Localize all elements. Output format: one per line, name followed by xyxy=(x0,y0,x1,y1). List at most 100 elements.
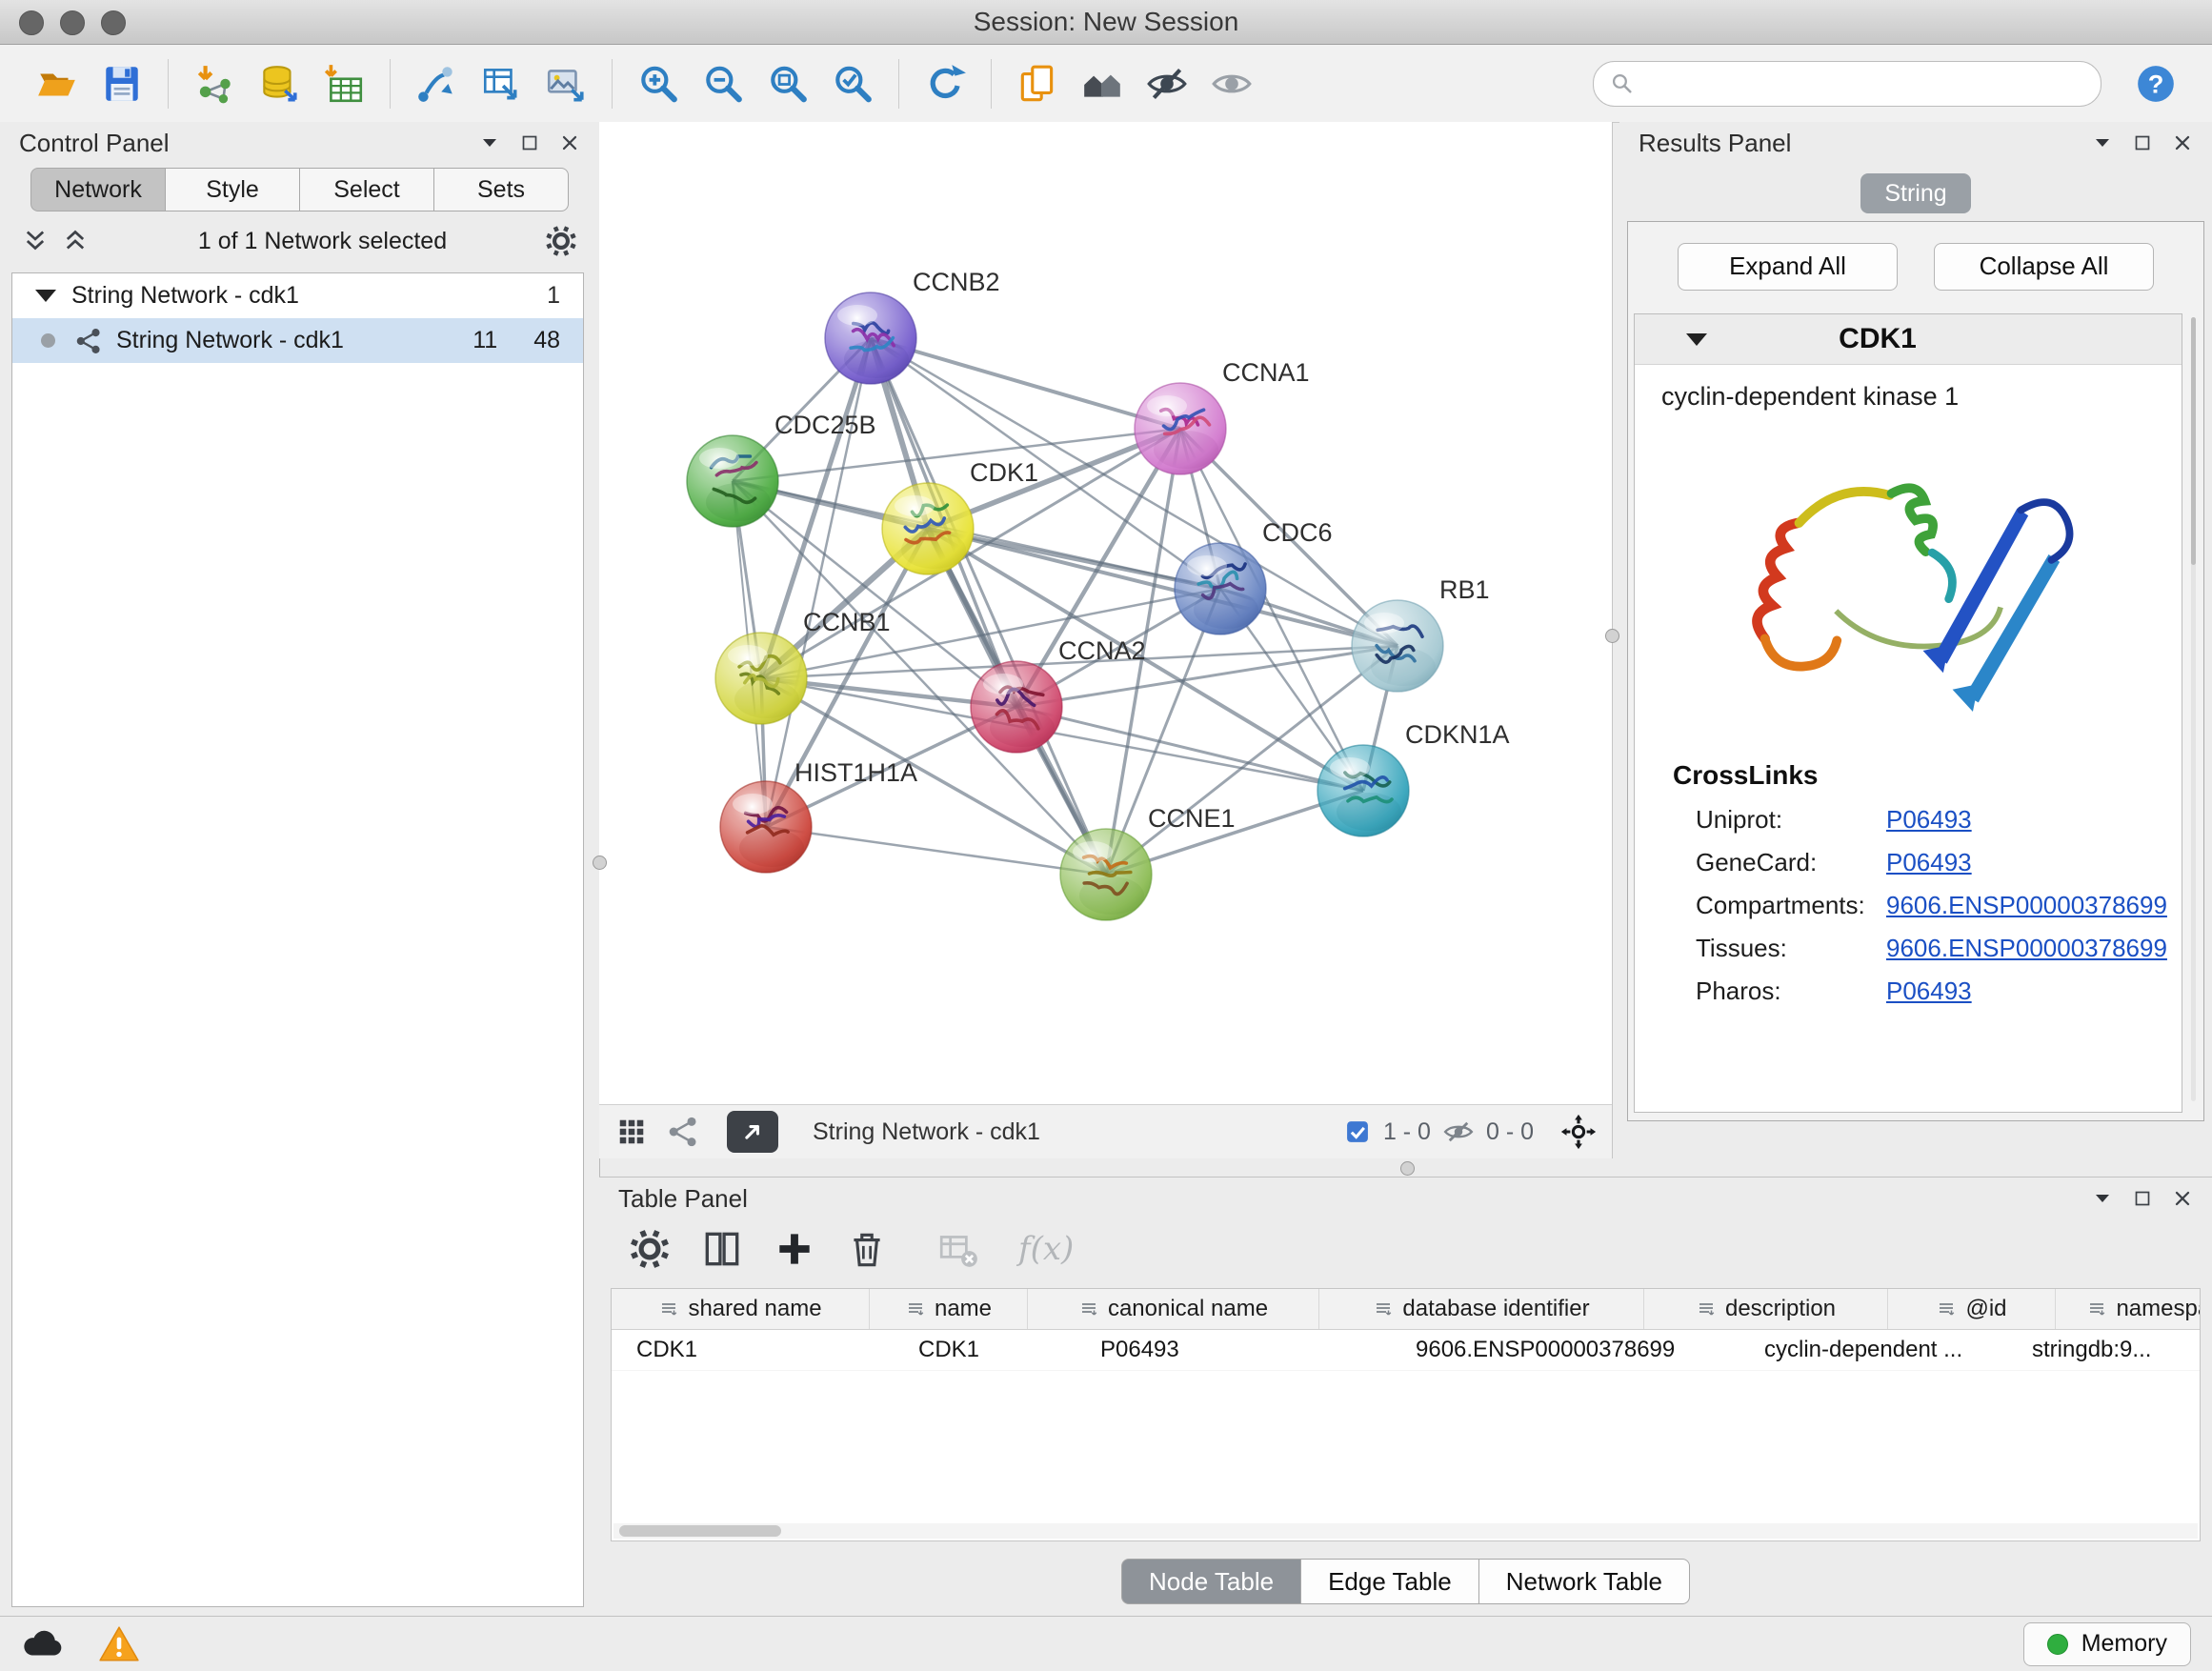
uniprot-link[interactable]: P06493 xyxy=(1886,805,1972,835)
network-collection-row[interactable]: String Network - cdk1 1 xyxy=(12,273,583,318)
splitter-handle[interactable] xyxy=(1400,1161,1415,1176)
tab-network-table[interactable]: Network Table xyxy=(1479,1559,1690,1604)
network-selection-button[interactable] xyxy=(409,56,464,111)
copy-button[interactable] xyxy=(1010,56,1065,111)
column-header-description[interactable]: description xyxy=(1644,1289,1888,1329)
zoom-fit-button[interactable] xyxy=(760,56,815,111)
memory-button[interactable]: Memory xyxy=(2023,1622,2191,1666)
genecard-link[interactable]: P06493 xyxy=(1886,848,1972,877)
gene-section-header[interactable]: CDK1 xyxy=(1635,314,2182,365)
column-header-canonical-name[interactable]: canonical name xyxy=(1028,1289,1319,1329)
network-edge[interactable] xyxy=(1016,707,1363,791)
splitter-handle[interactable] xyxy=(1605,629,1619,643)
pan-tool-icon[interactable] xyxy=(1560,1114,1597,1150)
collapse-section-icon[interactable] xyxy=(1686,333,1707,346)
panel-menu-icon[interactable] xyxy=(479,132,500,153)
detach-view-button[interactable] xyxy=(727,1111,778,1153)
zoom-selected-button[interactable] xyxy=(825,56,880,111)
column-header-namespace[interactable]: namespace xyxy=(2056,1289,2201,1329)
tab-sets[interactable]: Sets xyxy=(434,168,569,211)
help-button[interactable]: ? xyxy=(2128,56,2183,111)
hidden-elements-icon[interactable] xyxy=(1442,1116,1475,1148)
network-node-HIST1H1A[interactable] xyxy=(720,781,812,873)
import-network-db-button[interactable] xyxy=(251,56,307,111)
expand-all-button[interactable]: Expand All xyxy=(1678,243,1898,291)
float-panel-icon[interactable] xyxy=(519,132,540,153)
table-row[interactable]: CDK1 CDK1 P06493 9606.ENSP00000378699 cy… xyxy=(612,1330,2200,1371)
save-session-button[interactable] xyxy=(94,56,150,111)
cloud-icon[interactable] xyxy=(21,1622,65,1666)
network-edge[interactable] xyxy=(871,338,1180,429)
network-node-CCNA2[interactable] xyxy=(971,661,1062,753)
tab-select[interactable]: Select xyxy=(300,168,434,211)
table-settings-icon[interactable] xyxy=(628,1227,672,1271)
close-panel-icon[interactable] xyxy=(2172,132,2193,153)
float-panel-icon[interactable] xyxy=(2132,132,2153,153)
collapse-all-button[interactable]: Collapse All xyxy=(1934,243,2154,291)
network-node-RB1[interactable] xyxy=(1352,600,1443,692)
zoom-out-button[interactable] xyxy=(695,56,751,111)
birdseye-button[interactable] xyxy=(1075,56,1130,111)
scrollbar-thumb[interactable] xyxy=(619,1525,781,1537)
tab-edge-table[interactable]: Edge Table xyxy=(1301,1559,1479,1604)
results-scrollbar[interactable] xyxy=(2191,317,2196,1101)
network-row-selected[interactable]: String Network - cdk1 11 48 xyxy=(12,318,583,363)
panel-menu-icon[interactable] xyxy=(2092,1188,2113,1209)
selected-nodes-checkbox-icon[interactable] xyxy=(1343,1117,1372,1146)
import-table-button[interactable] xyxy=(316,56,372,111)
export-image-button[interactable] xyxy=(538,56,593,111)
splitter-handle[interactable] xyxy=(593,856,607,870)
gear-icon[interactable] xyxy=(544,224,578,258)
zoom-in-button[interactable] xyxy=(631,56,686,111)
network-node-CDKN1A[interactable] xyxy=(1317,745,1409,836)
network-canvas[interactable]: CCNB2CCNA1CDC25BCDK1CDC6RB1CCNB1CCNA2CDK… xyxy=(599,122,1612,1105)
grid-view-icon[interactable] xyxy=(614,1115,649,1149)
import-network-file-button[interactable] xyxy=(187,56,242,111)
column-header-database-identifier[interactable]: database identifier xyxy=(1319,1289,1644,1329)
show-columns-icon[interactable] xyxy=(700,1227,744,1271)
tissues-link[interactable]: 9606.ENSP00000378699 xyxy=(1886,934,2167,963)
float-panel-icon[interactable] xyxy=(2132,1188,2153,1209)
network-node-CDC25B[interactable] xyxy=(687,435,778,527)
zoom-out-icon xyxy=(701,62,745,106)
close-panel-icon[interactable] xyxy=(2172,1188,2193,1209)
network-node-CCNB2[interactable] xyxy=(825,292,916,384)
close-panel-icon[interactable] xyxy=(559,132,580,153)
network-node-CCNA1[interactable] xyxy=(1135,383,1226,474)
network-node-CDK1[interactable] xyxy=(882,483,974,574)
close-window-button[interactable] xyxy=(19,10,44,35)
column-header-id[interactable]: @id xyxy=(1888,1289,2056,1329)
network-edge[interactable] xyxy=(871,338,1106,875)
zoom-window-button[interactable] xyxy=(101,10,126,35)
pharos-link[interactable]: P06493 xyxy=(1886,976,1972,1006)
tab-node-table[interactable]: Node Table xyxy=(1121,1559,1301,1604)
column-header-name[interactable]: name xyxy=(870,1289,1028,1329)
sort-icon xyxy=(1373,1299,1394,1319)
panel-menu-icon[interactable] xyxy=(2092,132,2113,153)
show-all-button[interactable] xyxy=(1204,56,1259,111)
hide-selected-button[interactable] xyxy=(1139,56,1195,111)
expand-all-networks-icon[interactable] xyxy=(21,227,50,255)
network-node-CCNE1[interactable] xyxy=(1060,829,1152,920)
network-overview-icon[interactable] xyxy=(666,1115,700,1149)
table-from-network-button[interactable] xyxy=(473,56,529,111)
delete-column-icon[interactable] xyxy=(845,1227,889,1271)
warning-icon[interactable] xyxy=(97,1622,141,1666)
tab-network[interactable]: Network xyxy=(30,168,166,211)
column-header-shared-name[interactable]: shared name xyxy=(612,1289,870,1329)
collection-expand-icon[interactable] xyxy=(35,290,56,302)
search-box[interactable] xyxy=(1593,61,2101,107)
tab-style[interactable]: Style xyxy=(166,168,300,211)
collapse-all-networks-icon[interactable] xyxy=(61,227,90,255)
open-session-button[interactable] xyxy=(30,56,85,111)
search-input[interactable] xyxy=(1645,70,2085,98)
compartments-link[interactable]: 9606.ENSP00000378699 xyxy=(1886,891,2167,920)
add-column-icon[interactable] xyxy=(773,1227,816,1271)
horizontal-scrollbar[interactable] xyxy=(613,1523,2198,1539)
network-node-CDC6[interactable] xyxy=(1175,543,1266,634)
tab-string[interactable]: String xyxy=(1860,173,1971,213)
apply-layout-button[interactable] xyxy=(917,56,973,111)
network-node-CCNB1[interactable] xyxy=(715,633,807,724)
network-edge[interactable] xyxy=(766,827,1106,875)
minimize-window-button[interactable] xyxy=(60,10,85,35)
